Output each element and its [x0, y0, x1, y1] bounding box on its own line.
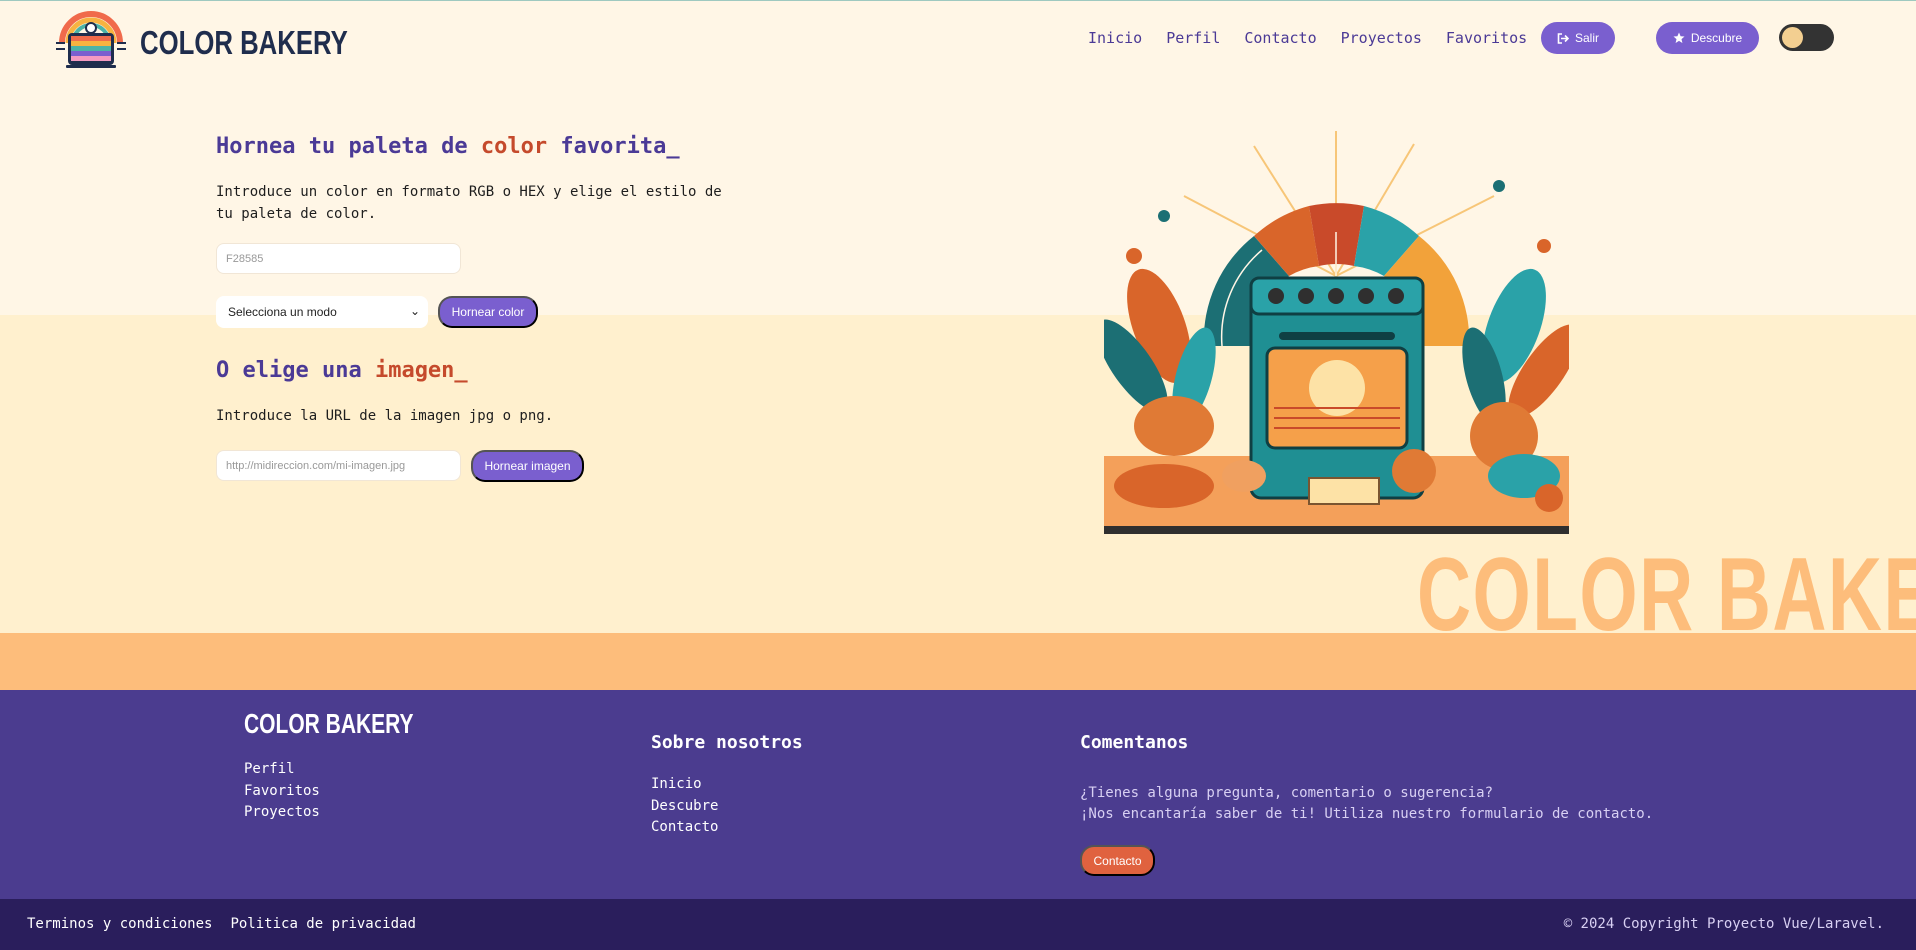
- discover-button[interactable]: Descubre: [1656, 22, 1759, 54]
- mode-select-value: Selecciona un modo: [228, 305, 337, 319]
- logo[interactable]: COLOR BAKERY: [54, 9, 406, 69]
- hex-color-input[interactable]: F28585: [216, 243, 461, 274]
- nav-contacto[interactable]: Contacto: [1244, 29, 1316, 47]
- comments-heading: Comentanos: [1080, 732, 1189, 753]
- footer-links-1: Perfil Favoritos Proyectos: [244, 759, 320, 824]
- comments-line-2: ¡Nos encantaría saber de ti! Utiliza nue…: [1080, 806, 1654, 822]
- image-url-input[interactable]: http://midireccion.com/mi-imagen.jpg: [216, 450, 461, 481]
- oven-illustration: [1104, 131, 1569, 534]
- contact-button[interactable]: Contacto: [1080, 845, 1155, 876]
- star-icon: [1673, 32, 1685, 43]
- terms-link[interactable]: Terminos y condiciones: [27, 916, 212, 932]
- footer-link-inicio[interactable]: Inicio: [651, 774, 718, 796]
- discover-label: Descubre: [1690, 31, 1743, 45]
- bottom-bar: Terminos y condiciones Politica de priva…: [0, 899, 1916, 950]
- palette-heading: Hornea tu paleta de color favorita_: [216, 134, 680, 159]
- mode-select[interactable]: Selecciona un modo ⌄: [216, 296, 428, 328]
- image-heading: O elige una imagen_: [216, 358, 468, 383]
- copyright: © 2024 Copyright Proyecto Vue/Laravel.: [1563, 916, 1884, 932]
- logo-oven-icon: [56, 11, 126, 68]
- footer-link-descubre[interactable]: Descubre: [651, 796, 718, 818]
- footer-link-favoritos[interactable]: Favoritos: [244, 781, 320, 803]
- image-heading-text: O elige una: [216, 358, 375, 383]
- brand-watermark: COLOR BAKERY: [1417, 537, 1916, 653]
- logo-text: COLOR BAKERY: [140, 24, 348, 61]
- footer-link-proyectos[interactable]: Proyectos: [244, 802, 320, 824]
- bake-image-button[interactable]: Hornear imagen: [471, 450, 584, 482]
- heading-text-end: favorita_: [547, 134, 680, 159]
- nav-inicio[interactable]: Inicio: [1088, 29, 1142, 47]
- nav-proyectos[interactable]: Proyectos: [1341, 29, 1422, 47]
- palette-description: Introduce un color en formato RGB o HEX …: [216, 184, 722, 222]
- comments-text: ¿Tienes alguna pregunta, comentario o su…: [1080, 783, 1653, 825]
- privacy-link[interactable]: Politica de privacidad: [230, 916, 415, 932]
- nav-favoritos[interactable]: Favoritos: [1446, 29, 1527, 47]
- footer-links-2: Inicio Descubre Contacto: [651, 774, 718, 839]
- logout-label: Salir: [1574, 31, 1599, 45]
- heading-accent: color: [480, 134, 548, 159]
- logout-button[interactable]: Salir: [1541, 22, 1615, 54]
- footer-link-contacto[interactable]: Contacto: [651, 817, 718, 839]
- theme-toggle[interactable]: [1779, 24, 1834, 51]
- image-heading-accent: imagen_: [374, 358, 468, 383]
- footer-link-perfil[interactable]: Perfil: [244, 759, 320, 781]
- about-heading: Sobre nosotros: [651, 732, 803, 753]
- site-header: COLOR BAKERY Inicio Perfil Contacto Proy…: [0, 1, 1916, 77]
- image-description: Introduce la URL de la imagen jpg o png.: [216, 408, 554, 424]
- chevron-down-icon: ⌄: [409, 304, 420, 318]
- url-placeholder: http://midireccion.com/mi-imagen.jpg: [226, 459, 406, 472]
- logout-icon: [1557, 32, 1569, 44]
- heading-text: Hornea tu paleta de: [216, 134, 481, 159]
- hex-placeholder: F28585: [226, 252, 264, 265]
- bake-color-button[interactable]: Hornear color: [438, 296, 538, 328]
- comments-line-1: ¿Tienes alguna pregunta, comentario o su…: [1080, 785, 1494, 801]
- site-footer: COLOR BAKERY Perfil Favoritos Proyectos …: [0, 690, 1916, 899]
- toggle-knob: [1782, 27, 1803, 48]
- main-nav: Inicio Perfil Contacto Proyectos Favorit…: [1088, 29, 1551, 47]
- nav-perfil[interactable]: Perfil: [1166, 29, 1220, 47]
- footer-logo[interactable]: COLOR BAKERY: [244, 708, 414, 740]
- legal-links: Terminos y condiciones Politica de priva…: [27, 916, 416, 932]
